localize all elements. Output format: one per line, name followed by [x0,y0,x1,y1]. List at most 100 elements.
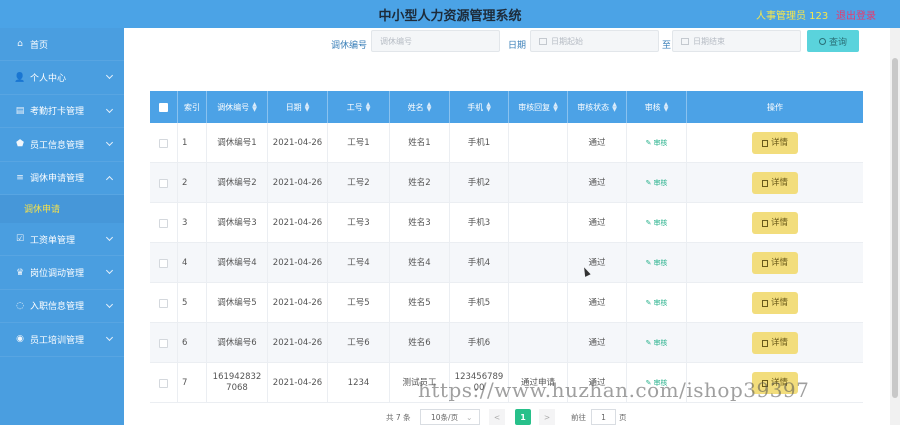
chevron-down-icon [105,300,114,308]
col-status[interactable]: 审核状态 ▲ ▼ [568,91,627,123]
document-icon [761,339,768,347]
audit-link-label: 审核 [653,178,668,187]
row-checkbox[interactable] [159,138,168,148]
sort-icon[interactable]: ▲ ▼ [252,102,257,113]
col-reply[interactable]: 审核回复 ▲ ▼ [509,91,568,123]
sort-icon[interactable]: ▲ ▼ [305,102,310,113]
top-header: 中小型人力资源管理系统 人事管理员 123 退出登录 [0,0,900,28]
audit-link[interactable]: ✎ 审核 [646,178,668,189]
col-phone[interactable]: 手机 ▲ ▼ [450,91,509,123]
sidebar-item[interactable]: ☑ 工资单管理 [0,223,124,257]
row-checkbox-cell[interactable] [150,163,178,203]
query-button[interactable]: 查询 [807,30,859,52]
sidebar-item[interactable]: 👤 个人中心 [0,61,124,95]
detail-button[interactable]: 详情 [752,132,798,154]
sidebar-item[interactable]: ◌ 入职信息管理 [0,290,124,324]
col-index: 索引 [178,91,207,123]
select-all-checkbox-cell[interactable] [150,91,178,123]
col-name[interactable]: 姓名 ▲ ▼ [390,91,450,123]
cell-status: 通过 [568,163,627,203]
audit-link[interactable]: ✎ 审核 [646,338,668,349]
row-checkbox-cell[interactable] [150,243,178,283]
audit-link[interactable]: ✎ 审核 [646,298,668,309]
chevron-down-icon [105,105,114,113]
detail-button[interactable]: 详情 [752,212,798,234]
audit-link[interactable]: ✎ 审核 [646,138,668,149]
sidebar-item-label: 入职信息管理 [30,302,85,313]
sort-icon[interactable]: ▲ ▼ [366,102,371,113]
col-index-label: 索引 [184,102,200,112]
cell-index: 5 [178,283,207,323]
detail-button[interactable]: 详情 [752,292,798,314]
row-checkbox[interactable] [159,338,168,348]
row-checkbox-cell[interactable] [150,283,178,323]
sort-icon[interactable]: ▲ ▼ [486,102,491,113]
cell-index: 6 [178,323,207,363]
col-audit[interactable]: 审核 ▲ ▼ [627,91,687,123]
row-checkbox[interactable] [159,218,168,228]
row-checkbox[interactable] [159,298,168,308]
scrollbar-thumb[interactable] [892,58,898,398]
page-size-select[interactable]: 10条/页 ⌄ [420,409,480,425]
row-checkbox-cell[interactable] [150,123,178,163]
detail-button[interactable]: 详情 [752,252,798,274]
date-end-placeholder: 日期结束 [693,36,725,46]
row-checkbox[interactable] [159,258,168,268]
col-emp-no-label: 工号 [346,102,363,112]
sidebar-subitem-label: 调休申请 [24,205,61,216]
row-checkbox[interactable] [159,378,168,388]
prev-page-button[interactable]: < [489,409,505,425]
row-checkbox[interactable] [159,178,168,188]
audit-link[interactable]: ✎ 审核 [646,258,668,269]
sort-icon[interactable]: ▲ ▼ [612,102,617,113]
row-checkbox-cell[interactable] [150,363,178,403]
search-icon [818,37,826,45]
audit-cell: ✎ 审核 [627,283,687,323]
row-checkbox-cell[interactable] [150,323,178,363]
goto-page-input[interactable]: 1 [591,409,616,425]
cell-phone: 手机3 [450,203,509,243]
cell-reply [509,123,568,163]
detail-button[interactable]: 详情 [752,332,798,354]
code-search-input[interactable]: 调休编号 [371,30,500,52]
vertical-scrollbar[interactable] [890,28,900,425]
sidebar-item[interactable]: ♛ 岗位调动管理 [0,256,124,290]
cell-phone: 手机4 [450,243,509,283]
detail-button-label: 详情 [770,257,788,268]
detail-button-label: 详情 [770,137,788,148]
audit-link[interactable]: ✎ 审核 [646,218,668,229]
audit-link-label: 审核 [653,138,668,147]
col-status-label: 审核状态 [577,102,610,112]
cell-status: 通过 [568,123,627,163]
sidebar-item-label: 个人中心 [30,74,67,85]
logout-link[interactable]: 退出登录 [836,7,876,22]
sidebar-item[interactable]: ≡ 调休申请管理 [0,162,124,195]
sidebar-subitem-leave-request[interactable]: 调休申请 [0,194,124,223]
cell-name: 姓名5 [390,283,450,323]
cell-index: 1 [178,123,207,163]
circle-check-icon: ◉ [16,334,24,345]
cell-name: 姓名6 [390,323,450,363]
sidebar-item[interactable]: ◉ 员工培训管理 [0,323,124,357]
detail-button[interactable]: 详情 [752,172,798,194]
col-code[interactable]: 调休编号 ▲ ▼ [207,91,268,123]
sidebar-item[interactable]: ⬟ 员工信息管理 [0,128,124,162]
cell-name: 姓名4 [390,243,450,283]
trophy-icon: ♛ [15,267,25,278]
sort-icon[interactable]: ▲ ▼ [553,102,558,113]
select-all-checkbox[interactable] [159,102,168,112]
col-emp-no[interactable]: 工号 ▲ ▼ [328,91,390,123]
sidebar-item[interactable]: ▤ 考勤打卡管理 [0,95,124,129]
col-date[interactable]: 日期 ▲ ▼ [268,91,328,123]
current-user: 人事管理员 123 [756,11,829,22]
date-start-input[interactable]: 日期起始 [530,30,659,52]
sort-icon[interactable]: ▲ ▼ [664,102,669,113]
page-1-button[interactable]: 1 [515,409,531,425]
sort-icon[interactable]: ▲ ▼ [427,102,432,113]
cell-code: 1619428327068 [207,363,268,403]
row-checkbox-cell[interactable] [150,203,178,243]
next-page-button[interactable]: > [539,409,555,425]
date-end-input[interactable]: 日期结束 [672,30,801,52]
page-size-value: 10条/页 [431,412,459,422]
sidebar-item[interactable]: ⌂ 首页 [0,28,124,62]
